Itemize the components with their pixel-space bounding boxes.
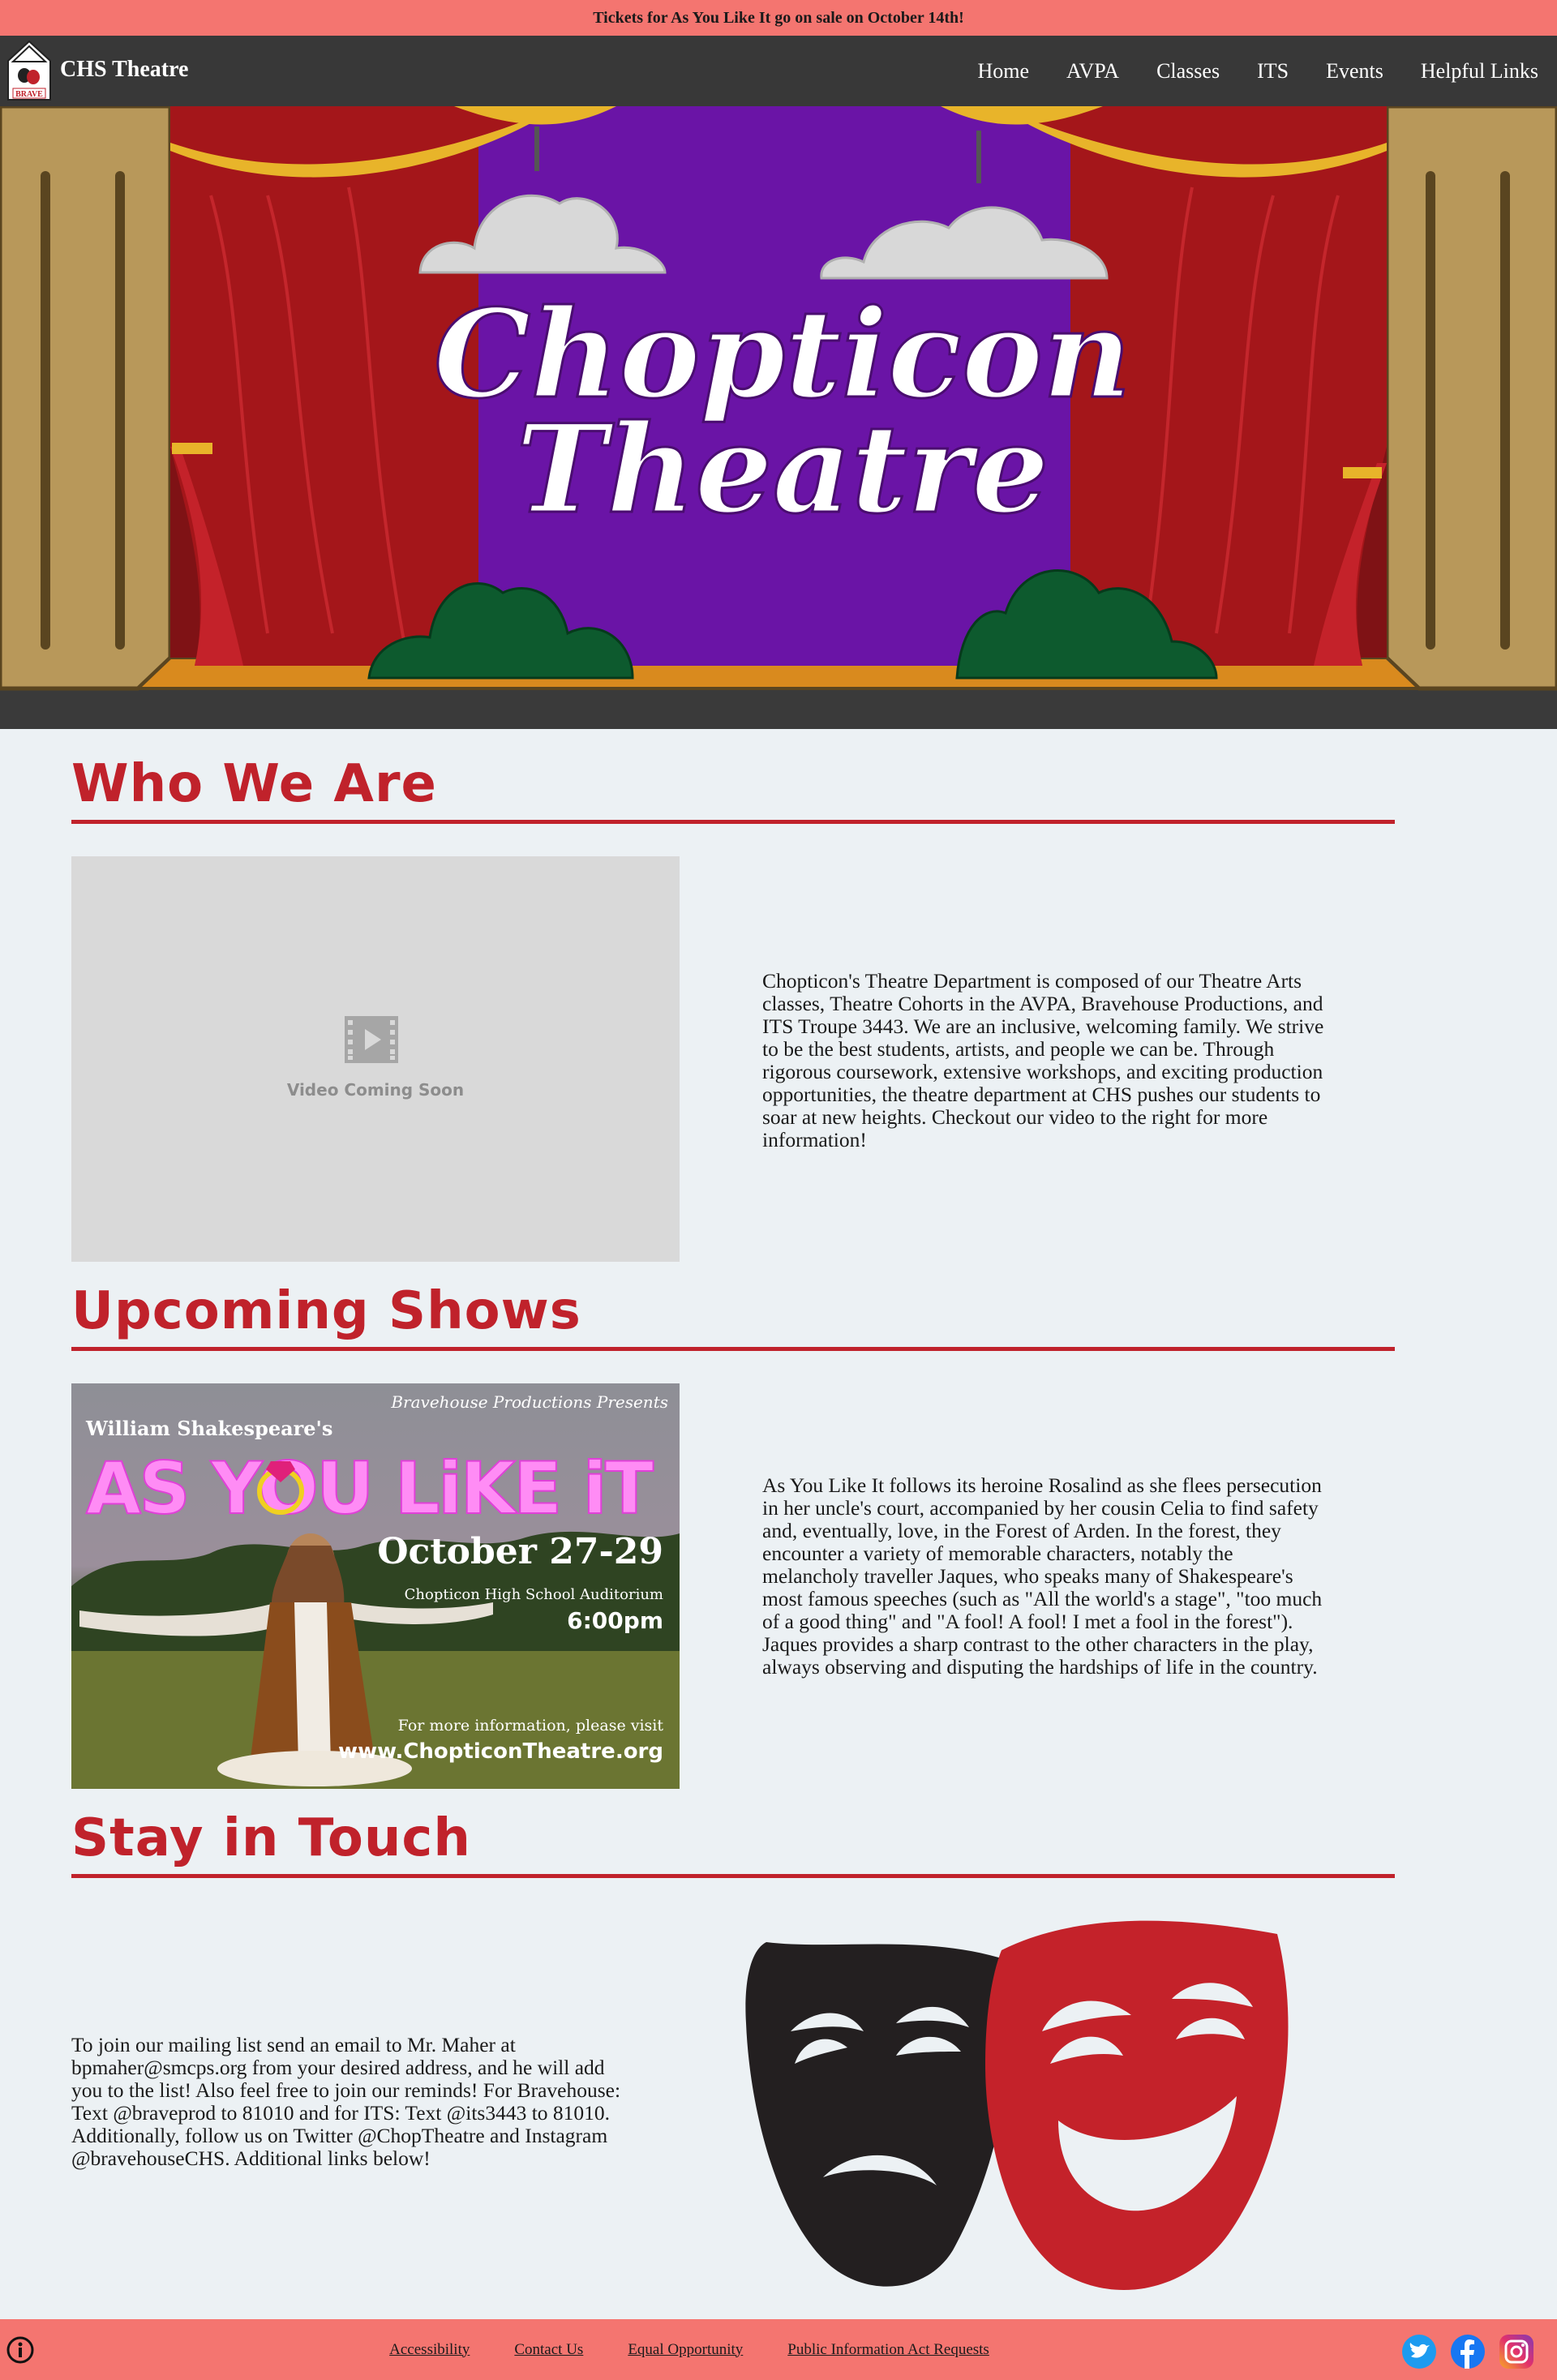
upcoming-shows-text: As You Like It follows its heroine Rosal…: [762, 1473, 1323, 1679]
top-navigation: BRAVE CHS Theatre Home AVPA Classes ITS …: [0, 36, 1557, 106]
poster-dates: October 27-29: [377, 1531, 663, 1572]
hero-banner: Chopticon Theatre: [0, 104, 1557, 729]
poster-time: 6:00pm: [567, 1607, 663, 1634]
announcement-bar: Tickets for As You Like It go on sale on…: [0, 0, 1557, 36]
site-logo[interactable]: BRAVE: [6, 40, 52, 101]
section-divider: [71, 820, 1395, 824]
nav-its[interactable]: ITS: [1238, 36, 1307, 106]
poster-author: William Shakespeare's: [85, 1417, 332, 1440]
who-we-are-text: Chopticon's Theatre Department is compos…: [762, 969, 1324, 1151]
footer-link-public-information[interactable]: Public Information Act Requests: [787, 2341, 989, 2359]
nav-avpa[interactable]: AVPA: [1048, 36, 1138, 106]
section-divider: [71, 1347, 1395, 1351]
nav-events[interactable]: Events: [1307, 36, 1402, 106]
poster-info: For more information, please visit: [398, 1717, 664, 1735]
footer-link-equal-opportunity[interactable]: Equal Opportunity: [628, 2341, 743, 2359]
poster-presenter: Bravehouse Productions Presents: [390, 1392, 668, 1412]
logo-text: BRAVE: [15, 90, 43, 99]
nav-classes[interactable]: Classes: [1138, 36, 1238, 106]
show-poster[interactable]: Bravehouse Productions Presents William …: [71, 1383, 680, 1789]
announcement-text: Tickets for As You Like It go on sale on…: [593, 9, 964, 27]
stay-in-touch-text: To join our mailing list send an email t…: [71, 2033, 621, 2170]
hero-title-line2: Theatre: [516, 398, 1049, 541]
footer: Accessibility Contact Us Equal Opportuni…: [0, 2319, 1557, 2380]
nav-helpful-links[interactable]: Helpful Links: [1402, 36, 1557, 106]
site-title[interactable]: CHS Theatre: [60, 57, 188, 83]
who-we-are-title: Who We Are: [71, 754, 437, 814]
theatre-masks-image: [734, 1910, 1310, 2295]
footer-links: Accessibility Contact Us Equal Opportuni…: [0, 2319, 1557, 2380]
poster-url: www.ChopticonTheatre.org: [338, 1739, 663, 1764]
footer-link-accessibility[interactable]: Accessibility: [389, 2341, 470, 2359]
twitter-icon[interactable]: [1401, 2334, 1437, 2369]
poster-show-title: AS YOU LiKE iT: [86, 1447, 654, 1530]
footer-link-contact-us[interactable]: Contact Us: [514, 2341, 583, 2359]
instagram-icon[interactable]: [1499, 2334, 1534, 2369]
section-divider: [71, 1874, 1395, 1878]
video-placeholder[interactable]: Video Coming Soon: [71, 856, 680, 1262]
film-play-icon: [345, 1016, 398, 1063]
nav-menu: Home AVPA Classes ITS Events Helpful Lin…: [959, 36, 1557, 106]
show-poster-art: Bravehouse Productions Presents William …: [71, 1383, 680, 1789]
stage-illustration: Chopticon Theatre: [0, 104, 1557, 729]
poster-venue: Chopticon High School Auditorium: [405, 1586, 663, 1603]
facebook-icon[interactable]: [1450, 2334, 1486, 2369]
upcoming-shows-title: Upcoming Shows: [71, 1281, 581, 1341]
video-coming-soon-label: Video Coming Soon: [286, 1080, 465, 1100]
stay-in-touch-title: Stay in Touch: [71, 1808, 471, 1868]
nav-home[interactable]: Home: [959, 36, 1048, 106]
